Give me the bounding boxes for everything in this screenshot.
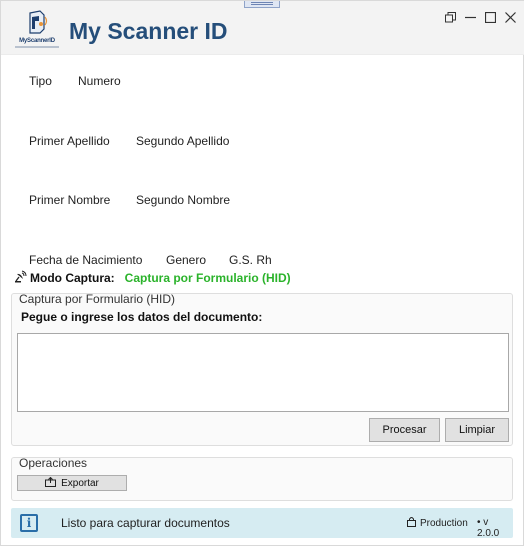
label-segundo-apellido: Segundo Apellido bbox=[136, 134, 230, 148]
maximize-window-icon[interactable] bbox=[483, 10, 497, 24]
label-gs-rh: G.S. Rh bbox=[229, 253, 272, 267]
label-fecha-nacimiento: Fecha de Nacimiento bbox=[29, 253, 143, 267]
label-numero: Numero bbox=[78, 74, 121, 88]
window-controls bbox=[443, 10, 517, 24]
title-bar[interactable]: MyScannerID My Scanner ID bbox=[1, 1, 524, 55]
environment-label: Production bbox=[420, 517, 468, 529]
info-icon: i bbox=[20, 514, 38, 532]
capture-group-title: Captura por Formulario (HID) bbox=[19, 292, 176, 306]
operations-group-title: Operaciones bbox=[19, 456, 88, 470]
capture-prompt: Pegue o ingrese los datos del documento: bbox=[21, 310, 263, 324]
logo-tagline bbox=[15, 46, 59, 48]
capture-form-group: Captura por Formulario (HID) Pegue o ing… bbox=[11, 292, 513, 446]
status-bar: i Listo para capturar documentos Product… bbox=[11, 508, 513, 539]
environment-indicator: Production bbox=[407, 516, 468, 530]
drag-handle[interactable] bbox=[244, 1, 280, 8]
label-primer-nombre: Primer Nombre bbox=[29, 193, 111, 207]
logo-text: MyScannerID bbox=[19, 38, 55, 44]
export-button-label: Exportar bbox=[61, 477, 99, 489]
label-segundo-nombre: Segundo Nombre bbox=[136, 193, 231, 207]
clear-button[interactable]: Limpiar bbox=[445, 418, 509, 442]
satellite-dish-icon bbox=[14, 270, 27, 286]
app-title: My Scanner ID bbox=[69, 18, 228, 44]
close-window-icon[interactable] bbox=[503, 10, 517, 24]
restore-window-icon[interactable] bbox=[443, 10, 457, 24]
operations-group: Operaciones Exportar bbox=[11, 456, 513, 501]
export-icon bbox=[45, 476, 57, 490]
app-window: MyScannerID My Scanner ID Tipo Numero Pr… bbox=[0, 0, 524, 546]
label-primer-apellido: Primer Apellido bbox=[29, 134, 110, 148]
scanner-logo-icon: MyScannerID bbox=[15, 9, 59, 51]
minimize-window-icon[interactable] bbox=[463, 10, 477, 24]
export-button[interactable]: Exportar bbox=[17, 475, 127, 491]
capture-mode-value: Captura por Formulario (HID) bbox=[124, 271, 291, 285]
version-label: • v 2.0.0 bbox=[477, 517, 500, 539]
capture-mode-row: Modo Captura: Captura por Formulario (HI… bbox=[14, 270, 291, 286]
label-genero: Genero bbox=[166, 253, 207, 267]
status-message: Listo para capturar documentos bbox=[61, 516, 230, 530]
process-button[interactable]: Procesar bbox=[369, 418, 440, 442]
document-data-textarea[interactable] bbox=[17, 333, 509, 412]
lock-icon bbox=[407, 516, 416, 530]
label-tipo: Tipo bbox=[29, 74, 52, 88]
capture-mode-label: Modo Captura: bbox=[30, 271, 115, 285]
